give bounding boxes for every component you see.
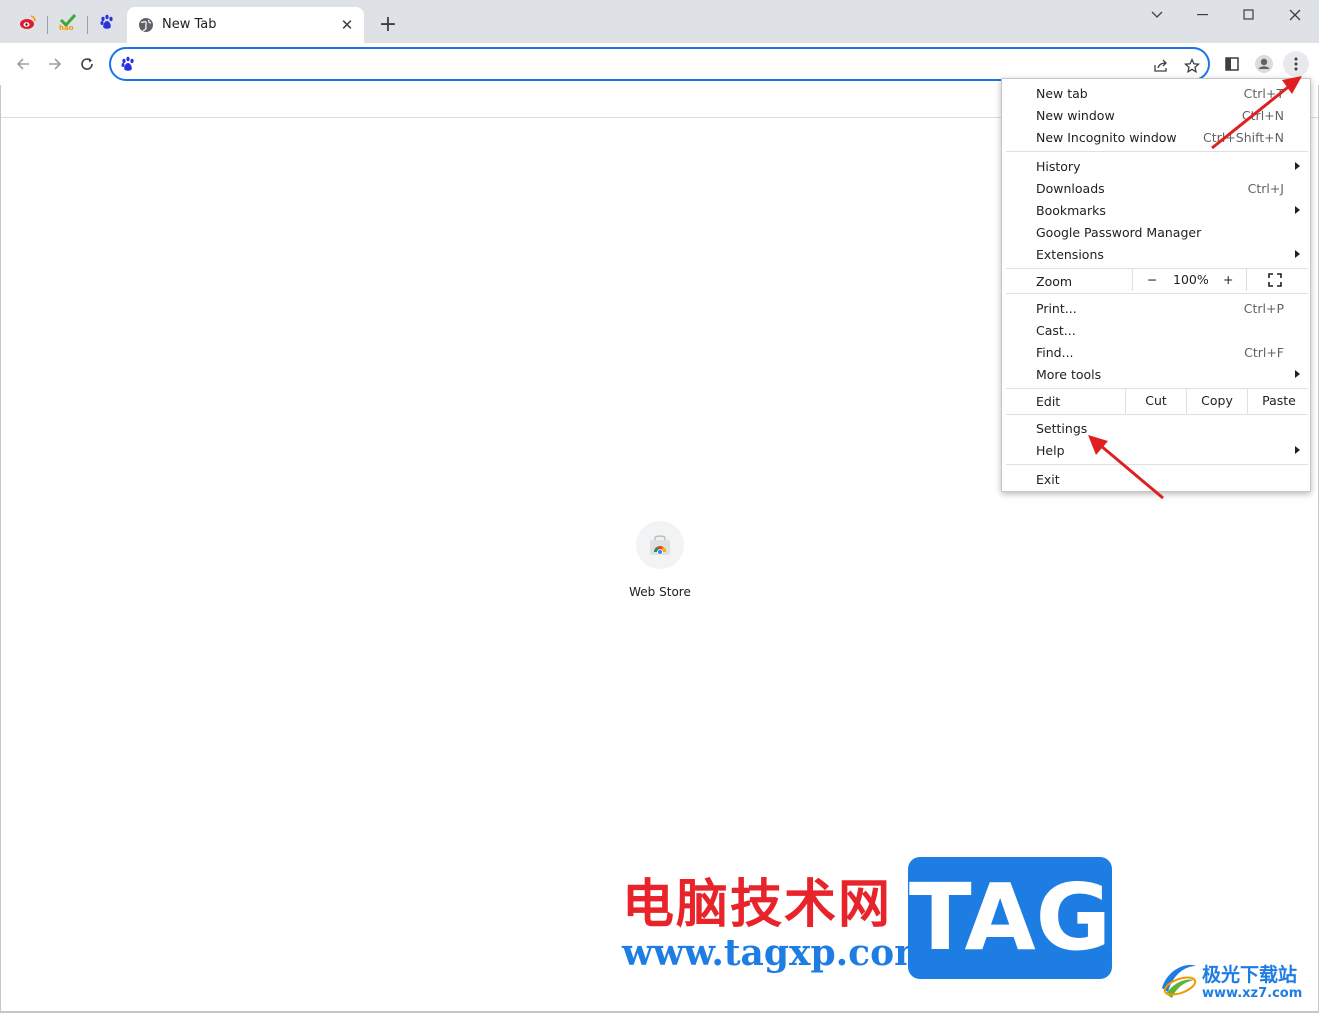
close-icon[interactable]: ✕ [338,16,356,34]
reload-icon[interactable] [74,51,100,77]
menu-item-help[interactable]: Help [1002,439,1310,461]
web-store-tile[interactable] [636,521,684,569]
menu-item-print[interactable]: Print... Ctrl+P [1002,297,1310,319]
menu-item-new-incognito-window[interactable]: New Incognito window Ctrl+Shift+N [1002,126,1310,148]
tab-separator [47,16,48,34]
menu-item-new-tab[interactable]: New tab Ctrl+T [1002,82,1310,104]
aurora-logo-icon [1162,964,1197,998]
baidu-icon [121,56,134,71]
edit-cut-button[interactable]: Cut [1125,388,1186,414]
menu-item-bookmarks[interactable]: Bookmarks [1002,199,1310,221]
tab-separator [87,16,88,34]
menu-item-settings[interactable]: Settings [1002,417,1310,439]
menu-item-downloads[interactable]: Downloads Ctrl+J [1002,177,1310,199]
web-store-icon [650,535,670,555]
menu-separator [1006,414,1308,415]
edit-paste-button[interactable]: Paste [1247,388,1310,414]
shortcut-web-store[interactable]: Web Store [618,520,702,610]
watermark-title: 电脑技术网 [622,874,893,935]
profile-avatar[interactable] [1252,52,1276,76]
svg-text:hao: hao [59,24,74,31]
menu-item-more-tools[interactable]: More tools [1002,363,1310,385]
watermark-xz-title: 极光下载站 [1202,964,1298,986]
zoom-out-button[interactable]: − [1147,272,1157,287]
pinned-tab-hao123[interactable]: hao [55,9,81,35]
menu-item-password-manager[interactable]: Google Password Manager [1002,221,1310,243]
maximize-icon[interactable] [1237,4,1261,26]
address-input[interactable] [145,53,1135,75]
menu-item-cast[interactable]: Cast... [1002,319,1310,341]
watermark-xz-logo: 极光下载站 www.xz7.com [1158,958,1308,1006]
side-panel-icon[interactable] [1220,52,1244,76]
menu-separator [1006,151,1308,152]
submenu-arrow-icon [1295,206,1300,214]
menu-item-exit[interactable]: Exit [1002,468,1310,490]
customize-menu-button[interactable] [1283,51,1309,77]
zoom-in-button[interactable]: + [1223,272,1233,287]
globe-icon [139,18,153,32]
weibo-icon [20,15,36,29]
menu-item-new-window[interactable]: New window Ctrl+N [1002,104,1310,126]
pinned-tab-weibo[interactable] [15,9,41,35]
submenu-arrow-icon [1295,162,1300,170]
menu-separator [1006,293,1308,294]
shortcut-label: Web Store [629,585,691,599]
chevron-down-icon[interactable] [1145,4,1169,26]
star-icon[interactable] [1181,55,1203,77]
zoom-level: 100% [1173,272,1209,287]
menu-separator [1006,464,1308,465]
watermark-tag-logo: TAG [908,857,1112,979]
tab-strip: hao New Tab ✕ + [0,0,1319,43]
menu-item-extensions[interactable]: Extensions [1002,243,1310,265]
forward-icon[interactable] [42,51,68,77]
pinned-tab-baidu[interactable] [94,9,120,35]
menu-item-history[interactable]: History [1002,155,1310,177]
share-icon[interactable] [1150,55,1172,77]
new-tab-button[interactable]: + [376,14,400,38]
edit-copy-button[interactable]: Copy [1186,388,1247,414]
close-window-icon[interactable] [1283,4,1307,26]
kebab-menu-icon [1294,57,1298,71]
submenu-arrow-icon [1295,446,1300,454]
minimize-icon[interactable] [1191,4,1215,26]
address-bar[interactable] [109,47,1210,81]
person-icon [1255,55,1273,73]
fullscreen-icon[interactable] [1268,273,1282,287]
window-border [0,85,1,1013]
submenu-arrow-icon [1295,370,1300,378]
menu-item-find[interactable]: Find... Ctrl+F [1002,341,1310,363]
watermark-xz-url: www.xz7.com [1202,986,1303,1001]
chrome-menu: New tab Ctrl+T New window Ctrl+N New Inc… [1001,78,1311,492]
hao123-icon: hao [59,13,77,31]
watermark-url: www.tagxp.com [622,932,933,974]
baidu-icon [100,14,113,29]
submenu-arrow-icon [1295,250,1300,258]
tab-title: New Tab [162,17,217,32]
back-icon[interactable] [10,51,36,77]
zoom-controls: − 100% + [1132,269,1247,291]
tab-new-tab[interactable]: New Tab ✕ [127,7,364,43]
